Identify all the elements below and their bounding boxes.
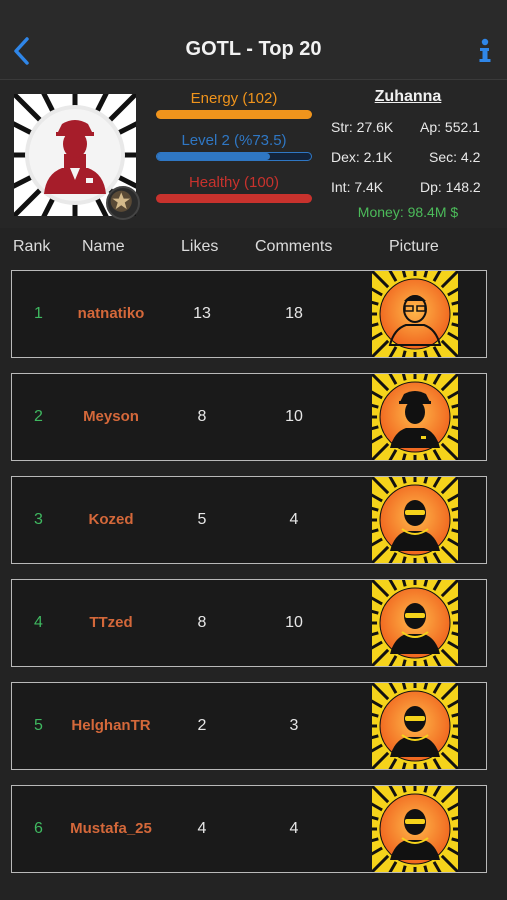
likes-column-header: Likes	[181, 238, 219, 255]
player-avatar[interactable]	[14, 94, 140, 220]
row-comments: 10	[285, 614, 303, 631]
level-label: Level 2 (%73.5)	[181, 132, 287, 149]
page-title: GOTL - Top 20	[185, 38, 322, 60]
headphones-man-icon[interactable]	[372, 580, 458, 666]
energy-label: Energy (102)	[190, 90, 278, 107]
leaderboard-row[interactable]: 5 HelghanTR 2 3	[11, 682, 487, 770]
row-player-name: Kozed	[88, 511, 134, 528]
leaderboard-row[interactable]: 3 Kozed 5 4	[11, 476, 487, 564]
headphones-man-icon[interactable]	[372, 477, 458, 563]
name-column-header: Name	[82, 238, 125, 255]
navigation-bar: GOTL - Top 20	[0, 0, 507, 80]
comments-column-header: Comments	[255, 238, 333, 255]
row-rank: 5	[34, 717, 43, 734]
ap-stat: Ap: 552.1	[420, 119, 480, 135]
info-icon[interactable]	[477, 38, 493, 64]
star-icon	[110, 190, 132, 212]
row-rank: 1	[34, 305, 43, 322]
row-rank: 4	[34, 614, 43, 631]
row-player-name: HelghanTR	[71, 717, 151, 734]
health-bar	[156, 194, 312, 203]
row-likes: 4	[197, 820, 207, 837]
row-player-name: natnatiko	[77, 305, 145, 322]
energy-bar	[156, 110, 312, 119]
dex-stat: Dex: 2.1K	[331, 149, 393, 165]
row-comments: 10	[285, 408, 303, 425]
str-stat: Str: 27.6K	[331, 119, 394, 135]
money-amount: Money: 98.4M $	[357, 204, 459, 220]
rank-badge	[106, 186, 140, 220]
row-comments: 3	[289, 717, 299, 734]
health-label: Healthy (100)	[188, 174, 280, 191]
level-bar	[156, 152, 312, 161]
officer-icon[interactable]	[372, 374, 458, 460]
row-player-name: TTzed	[89, 614, 133, 631]
headphones-man-icon[interactable]	[372, 683, 458, 769]
row-likes: 8	[197, 408, 207, 425]
leaderboard-row[interactable]: 4 TTzed 8 10	[11, 579, 487, 667]
row-comments: 4	[289, 511, 299, 528]
row-player-name: Meyson	[83, 408, 139, 425]
row-comments: 4	[289, 820, 299, 837]
glasses-man-icon[interactable]	[372, 271, 458, 357]
leaderboard-row[interactable]: 6 Mustafa_25 4 4	[11, 785, 487, 873]
table-header: Rank Name Likes Comments Picture	[0, 228, 507, 266]
int-stat: Int: 7.4K	[331, 179, 384, 195]
row-player-name: Mustafa_25	[70, 820, 152, 837]
dp-stat: Dp: 148.2	[420, 179, 481, 195]
leaderboard-row[interactable]: 1 natnatiko 13 18	[11, 270, 487, 358]
username-link[interactable]: Zuhanna	[328, 88, 488, 106]
row-rank: 6	[34, 820, 43, 837]
row-comments: 18	[285, 305, 303, 322]
row-rank: 3	[34, 511, 43, 528]
picture-column-header: Picture	[389, 238, 439, 255]
sec-stat: Sec: 4.2	[429, 149, 481, 165]
row-likes: 5	[197, 511, 207, 528]
row-likes: 8	[197, 614, 207, 631]
level-bar-fill	[157, 153, 271, 160]
row-likes: 2	[197, 717, 207, 734]
row-likes: 13	[193, 305, 211, 322]
headphones-man-icon[interactable]	[372, 786, 458, 872]
rank-column-header: Rank	[13, 238, 51, 255]
row-rank: 2	[34, 408, 43, 425]
leaderboard-row[interactable]: 2 Meyson 8 10	[11, 373, 487, 461]
